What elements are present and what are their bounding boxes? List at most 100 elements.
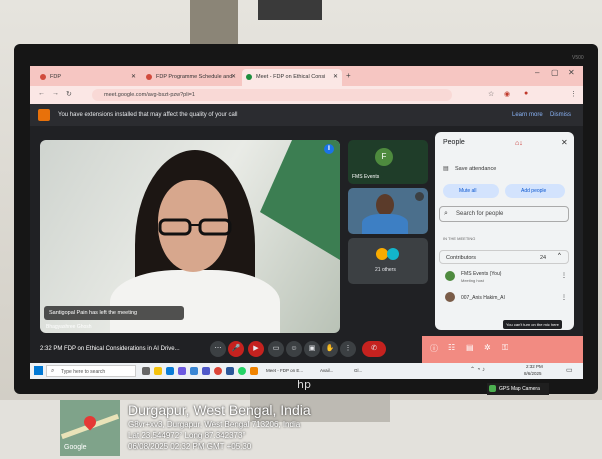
background-decor — [260, 140, 340, 260]
dismiss-button[interactable]: Dismiss — [550, 112, 571, 118]
mic-tooltip: You can't turn on the mic here — [503, 320, 562, 329]
mute-all-label: Mute all — [459, 188, 477, 194]
taskbar-app-meet[interactable]: Meet - FDP on E... — [266, 368, 303, 373]
chrome-icon[interactable] — [214, 367, 222, 375]
contributors-section[interactable]: Contributors 24 ^ — [439, 250, 569, 264]
tab-schedule[interactable]: FDP Programme Schedule and ✕ — [142, 69, 240, 86]
url-text: meet.google.com/avg-bszt-pzw?pli=1 — [104, 92, 195, 98]
taskbar-app-gl[interactable]: Gl... — [354, 368, 362, 373]
close-panel-icon[interactable]: ✕ — [561, 138, 568, 147]
contributors-label: Contributors — [446, 255, 476, 261]
close-tab-icon[interactable]: ✕ — [131, 73, 136, 80]
others-tile[interactable]: 21 others — [348, 238, 428, 284]
forward-icon[interactable]: → — [52, 90, 59, 97]
save-attendance-toggle[interactable]: Save attendance — [455, 166, 496, 172]
extension-warning-bar: You have extensions installed that may a… — [30, 104, 583, 126]
activities-icon[interactable]: ✲ — [484, 343, 491, 352]
menu-kebab-icon[interactable]: ⋮ — [570, 90, 577, 98]
location-map: Google — [60, 400, 120, 456]
word-icon[interactable] — [226, 367, 234, 375]
info-icon[interactable]: ⓘ — [430, 343, 438, 354]
extensions-icon[interactable]: ◉ — [504, 90, 510, 98]
back-icon[interactable]: ← — [38, 90, 45, 97]
add-people-button[interactable]: Add people — [505, 184, 565, 198]
gps-app-name: GPS Map Camera — [499, 386, 540, 392]
windows-start-icon[interactable] — [34, 366, 43, 375]
tab-favicon-icon — [146, 74, 152, 80]
mute-all-button[interactable]: Mute all — [443, 184, 499, 198]
maximize-icon[interactable]: ▢ — [551, 68, 559, 77]
participant-tile-video[interactable] — [348, 188, 428, 234]
chevron-up-icon: ^ — [558, 253, 561, 259]
speaker-name: Bhagyashree Ghosh — [46, 324, 92, 330]
geotag-coordinates: Lat 23.544972° Long 87.342373° — [128, 431, 246, 440]
reactions-button[interactable]: ✋ — [322, 341, 338, 357]
monitor-screen: FDP ✕ FDP Programme Schedule and ✕ Meet … — [30, 66, 583, 379]
raise-hand-button[interactable]: ☺ — [286, 341, 302, 357]
contributor-count: 24 — [540, 255, 547, 261]
chat-icon[interactable]: ▤ — [466, 343, 474, 352]
whatsapp-icon[interactable] — [238, 367, 246, 375]
system-tray-icons[interactable]: ⌃ ◔ ♪ — [470, 366, 485, 373]
task-view-icon[interactable] — [142, 367, 150, 375]
vlc-icon[interactable] — [250, 367, 258, 375]
tab-meet[interactable]: Meet - FDP on Ethical Consi ✕ — [242, 69, 342, 86]
speaker-video[interactable]: ⦀ — [40, 140, 340, 333]
mic-off-icon — [415, 192, 424, 201]
geotag-city: Durgapur, West Bengal, India — [128, 402, 311, 418]
tab-label: Meet - FDP on Ethical Consi — [256, 74, 326, 80]
learn-more-link[interactable]: Learn more — [512, 112, 543, 118]
reload-icon[interactable]: ↻ — [66, 90, 72, 98]
close-window-icon[interactable]: ✕ — [568, 68, 575, 77]
tab-favicon-icon — [246, 74, 252, 80]
close-tab-icon[interactable]: ✕ — [231, 73, 236, 80]
speaker-shirt — [110, 270, 280, 333]
windows-taskbar: ⌕ Type here to search Meet - FDP on E...… — [30, 363, 583, 379]
more-options-button[interactable]: ⋯ — [210, 341, 226, 357]
bookmark-star-icon[interactable]: ☆ — [488, 90, 494, 98]
mail-icon[interactable] — [190, 367, 198, 375]
host-controls-icon[interactable]: ⌂↓ — [515, 140, 523, 147]
file-explorer-icon[interactable] — [154, 367, 162, 375]
participant-tile-fms[interactable]: F FMS Events — [348, 140, 428, 184]
overflow-button[interactable]: ⋮ — [340, 341, 356, 357]
gps-app-badge: GPS Map Camera — [487, 383, 549, 395]
others-count: 21 others — [375, 267, 396, 273]
people-search-input[interactable]: ⌕ Search for people — [439, 206, 569, 222]
present-button[interactable]: ▣ — [304, 341, 320, 357]
profile-icon[interactable]: ● — [524, 90, 528, 97]
tab-fdp[interactable]: FDP ✕ — [36, 69, 140, 86]
participant-menu-icon[interactable]: ⋮ — [561, 294, 567, 301]
teams-icon[interactable] — [202, 367, 210, 375]
lock-icon[interactable]: ⚿ — [502, 343, 508, 353]
url-field[interactable]: meet.google.com/avg-bszt-pzw?pli=1 — [92, 89, 452, 101]
participant-name: FMS Events — [352, 174, 380, 180]
system-date[interactable]: 8/6/2025 — [524, 371, 542, 376]
new-tab-button[interactable]: + — [346, 71, 351, 80]
participant-avatar: F — [375, 148, 393, 166]
microphone-button[interactable]: 🎤 — [228, 341, 244, 357]
people-icon[interactable]: ☷ — [448, 343, 455, 352]
attendance-icon: ▤ — [443, 166, 449, 172]
geotag-address: G8vr+xv3, Durgapur, West Bengal 713206, … — [128, 420, 301, 429]
close-tab-icon[interactable]: ✕ — [333, 73, 338, 80]
participant-head — [376, 194, 394, 216]
tab-favicon-icon — [40, 74, 46, 80]
people-title: People — [443, 139, 465, 146]
minimize-icon[interactable]: – — [535, 68, 539, 77]
leave-call-button[interactable]: ✆ — [362, 341, 386, 357]
taskbar-search-input[interactable]: ⌕ Type here to search — [46, 365, 136, 377]
store-icon[interactable] — [178, 367, 186, 375]
captions-button[interactable]: ▭ — [268, 341, 284, 357]
camera-icon — [489, 385, 496, 392]
map-brand: Google — [64, 444, 87, 451]
edge-icon[interactable] — [166, 367, 174, 375]
tab-label: FDP Programme Schedule and — [156, 74, 233, 80]
tab-bar: FDP ✕ FDP Programme Schedule and ✕ Meet … — [30, 66, 583, 86]
participant-menu-icon[interactable]: ⋮ — [561, 272, 567, 279]
monitor-model-label: V500 — [572, 55, 584, 61]
camera-button[interactable]: ▶ — [248, 341, 264, 357]
system-time[interactable]: 2:32 PM — [526, 364, 543, 369]
notification-icon[interactable]: ▭ — [566, 366, 573, 374]
taskbar-app-avail[interactable]: Avail... — [320, 368, 333, 373]
